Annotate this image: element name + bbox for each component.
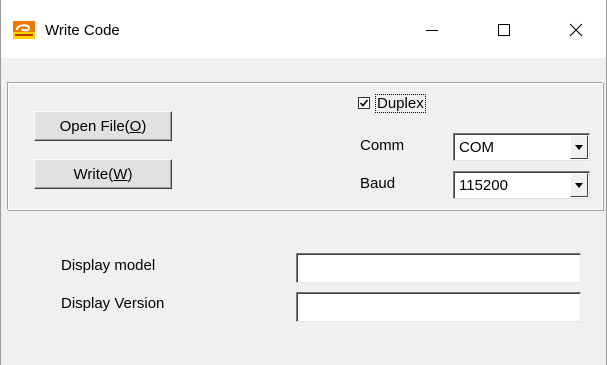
display-model-field[interactable] — [296, 253, 581, 283]
checkmark-icon — [359, 99, 369, 107]
duplex-checkbox[interactable]: Duplex — [358, 93, 426, 113]
maximize-button[interactable] — [481, 12, 527, 48]
chevron-down-icon — [575, 144, 583, 150]
write-label-prefix: Write( — [73, 165, 114, 183]
duplex-checkbox-box[interactable] — [358, 97, 370, 109]
title-bar[interactable]: Write Code — [1, 0, 606, 58]
minimize-button[interactable] — [409, 12, 455, 48]
write-label-suffix: ) — [127, 165, 133, 183]
comm-dropdown-button[interactable] — [570, 135, 588, 159]
open-file-label-prefix: Open File( — [59, 117, 130, 135]
open-file-button[interactable]: Open File(O) — [34, 111, 172, 141]
window-title: Write Code — [45, 22, 120, 39]
app-logo-icon — [13, 21, 35, 39]
baud-selected-value: 115200 — [459, 177, 508, 194]
chevron-down-icon — [575, 182, 583, 188]
comm-select[interactable]: COM — [453, 133, 590, 161]
baud-dropdown-button[interactable] — [570, 173, 588, 197]
minimize-icon — [426, 30, 438, 31]
open-file-label-suffix: ) — [141, 117, 147, 135]
baud-label: Baud — [360, 175, 396, 192]
write-accelerator: W — [113, 165, 128, 183]
settings-group: Open File(O) Write(W) Duplex Comm COM Ba… — [7, 82, 603, 210]
display-version-field[interactable] — [296, 292, 581, 322]
open-file-accelerator: O — [129, 117, 142, 135]
comm-label: Comm — [360, 137, 405, 154]
baud-select[interactable]: 115200 — [453, 171, 590, 199]
write-button[interactable]: Write(W) — [34, 159, 172, 189]
write-code-window: Write Code Open File(O) Write(W) Duple… — [0, 0, 607, 365]
duplex-label[interactable]: Duplex — [375, 93, 426, 113]
close-icon — [569, 23, 583, 37]
display-version-label: Display Version — [61, 295, 165, 312]
close-button[interactable] — [553, 12, 599, 48]
display-model-label: Display model — [61, 257, 156, 274]
maximize-icon — [498, 24, 510, 36]
comm-selected-value: COM — [459, 139, 494, 156]
